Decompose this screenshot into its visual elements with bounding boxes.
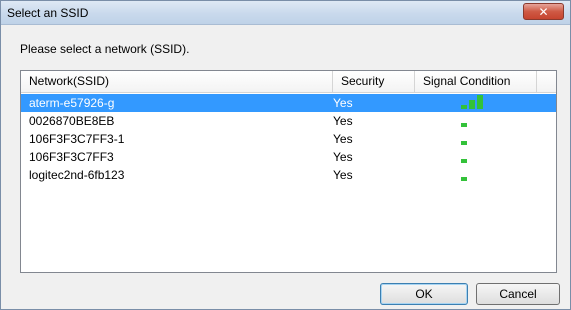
list-item[interactable]: logitec2nd-6fb123 Yes [21, 166, 556, 184]
signal-bar [461, 123, 467, 127]
column-header-signal[interactable]: Signal Condition [415, 71, 537, 92]
signal-bar [477, 95, 483, 109]
list-item[interactable]: aterm-e57926-g Yes [21, 94, 556, 112]
signal-bar [461, 141, 467, 145]
dialog-title: Select an SSID [7, 6, 89, 20]
instruction-text: Please select a network (SSID). [20, 42, 190, 56]
close-button[interactable]: ✕ [523, 3, 564, 20]
cancel-button[interactable]: Cancel [476, 283, 560, 305]
signal-strength-icon [461, 112, 501, 130]
close-icon: ✕ [538, 5, 549, 19]
security-value: Yes [333, 114, 353, 128]
list-item[interactable]: 0026870BE8EB Yes [21, 112, 556, 130]
security-value: Yes [333, 168, 353, 182]
ssid-name: aterm-e57926-g [29, 96, 115, 110]
signal-bar [461, 159, 467, 163]
title-bar: Select an SSID ✕ [1, 1, 570, 25]
list-item[interactable]: 106F3F3C7FF3-1 Yes [21, 130, 556, 148]
ssid-name: logitec2nd-6fb123 [29, 168, 125, 182]
ok-button[interactable]: OK [380, 283, 468, 305]
ssid-list[interactable]: Network(SSID) Security Signal Condition … [20, 70, 557, 273]
signal-strength-icon [461, 148, 501, 166]
list-item[interactable]: 106F3F3C7FF3 Yes [21, 148, 556, 166]
security-value: Yes [333, 96, 353, 110]
list-header: Network(SSID) Security Signal Condition [21, 71, 556, 93]
signal-bar [469, 100, 475, 109]
select-ssid-dialog: Select an SSID ✕ Please select a network… [0, 0, 571, 310]
ssid-name: 0026870BE8EB [29, 114, 115, 128]
column-header-security[interactable]: Security [333, 71, 415, 92]
signal-bar [461, 177, 467, 181]
security-value: Yes [333, 150, 353, 164]
signal-strength-icon [461, 130, 501, 148]
ssid-name: 106F3F3C7FF3-1 [29, 132, 125, 146]
signal-strength-icon [461, 94, 501, 112]
signal-strength-icon [461, 166, 501, 184]
ssid-name: 106F3F3C7FF3 [29, 150, 114, 164]
column-header-ssid[interactable]: Network(SSID) [21, 71, 333, 92]
signal-bar [461, 105, 467, 109]
security-value: Yes [333, 132, 353, 146]
